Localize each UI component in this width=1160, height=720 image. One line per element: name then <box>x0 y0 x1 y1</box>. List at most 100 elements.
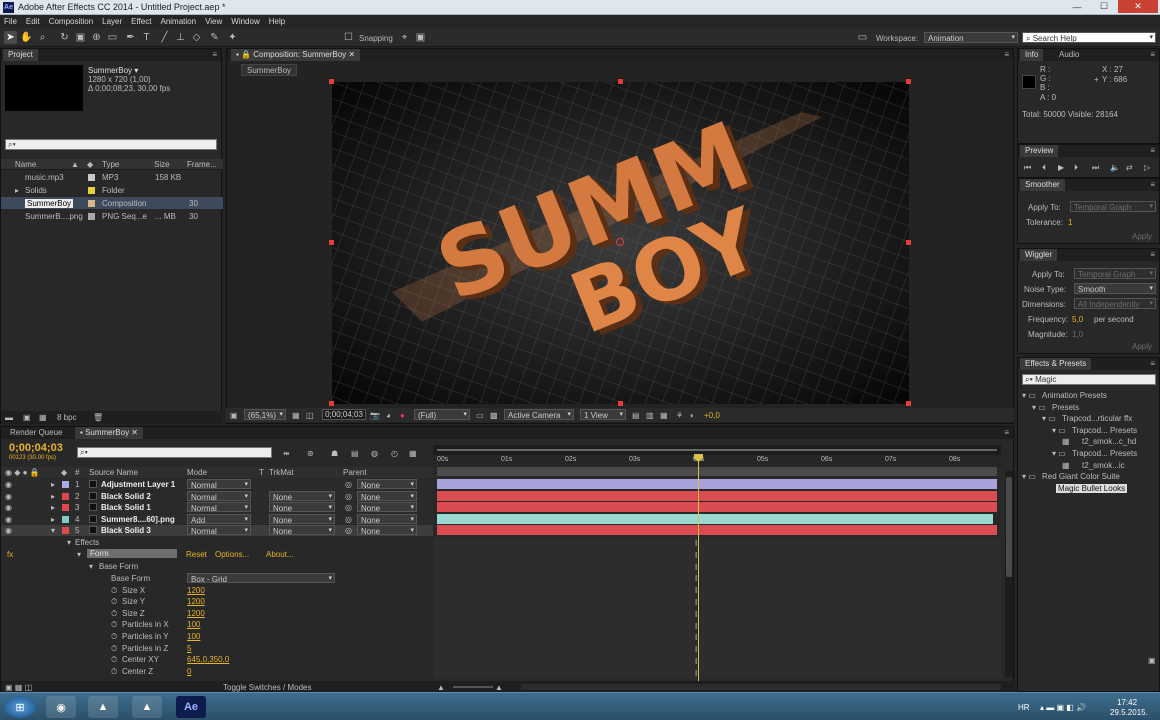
stopwatch-icon[interactable]: ⏱ <box>111 655 117 665</box>
expand-triangle-icon[interactable]: ▾ <box>77 550 81 559</box>
menu-layer[interactable]: Layer <box>102 17 122 26</box>
panel-menu-icon[interactable]: ≡ <box>1004 50 1009 59</box>
magnification-dropdown[interactable]: (65,1%) <box>244 409 286 420</box>
noise-type-dropdown[interactable]: Smooth <box>1074 283 1156 294</box>
property-row[interactable]: ⏱ Particles in Z 5 <box>1 643 433 654</box>
pickwhip-icon[interactable]: ◎ <box>345 515 352 524</box>
next-frame-icon[interactable]: ⏵ <box>1074 163 1078 173</box>
keyframe-marker[interactable]: I <box>695 645 697 654</box>
mute-icon[interactable]: 🔈 <box>1110 163 1120 172</box>
property-value[interactable]: 1200 <box>187 609 205 618</box>
eraser-tool-icon[interactable]: ◇ <box>190 31 203 44</box>
layer-name[interactable]: Black Solid 2 <box>101 492 151 501</box>
expand-triangle-icon[interactable]: ▸ <box>51 515 55 524</box>
stopwatch-icon[interactable]: ⏱ <box>111 609 117 619</box>
tree-item[interactable]: ▾ ▭ Animation Presets <box>1018 390 1160 402</box>
tray-icons[interactable]: ▴ ▬ ▣ ◧ 🔊 <box>1040 703 1086 712</box>
property-row[interactable]: ⏱ Particles in Y 100 <box>1 631 433 642</box>
puppet-tool-icon[interactable]: ✦ <box>226 31 239 44</box>
layer-mode-dropdown[interactable]: Normal <box>187 525 251 536</box>
smoother-apply-button[interactable]: Apply <box>1132 232 1152 241</box>
time-ruler[interactable]: 00s01s02s03s04s05s06s07s08s <box>433 455 1001 467</box>
audio-tab[interactable]: Audio <box>1054 49 1084 61</box>
tree-item[interactable]: ▾ ▭ Trapcod... Presets <box>1018 425 1160 437</box>
work-area[interactable] <box>437 467 997 476</box>
column-size[interactable]: Size <box>154 160 170 169</box>
project-item[interactable]: SummerBoy Composition 30 <box>1 197 223 209</box>
layer-name[interactable]: Black Solid 1 <box>101 503 151 512</box>
layer-row[interactable]: ◉ ▸ 4 Summer8....60].png Add None ◎ None <box>1 513 433 525</box>
color-channel-icon[interactable]: ◕ <box>386 411 391 420</box>
column-frame[interactable]: Frame... <box>187 160 217 169</box>
panel-menu-icon[interactable]: ≡ <box>1004 428 1009 437</box>
frequency-value[interactable]: 5,0 <box>1072 315 1083 324</box>
eye-icon[interactable]: ◉ <box>5 503 12 512</box>
snapping-checkbox[interactable]: ☐ <box>342 31 355 44</box>
property-row[interactable]: ⏱ Center Z 0 <box>1 666 433 677</box>
property-row[interactable]: ⏱ Center XY 645,0,350,0 <box>1 654 433 665</box>
tree-item[interactable]: ▾ ▭ Presets <box>1018 402 1160 414</box>
smoother-tolerance-value[interactable]: 1 <box>1068 218 1072 227</box>
stopwatch-icon[interactable]: ⏱ <box>111 597 117 607</box>
keyframe-marker[interactable]: I <box>695 563 697 572</box>
property-row[interactable]: Base Form Box - Grid <box>1 573 433 584</box>
keyframe-marker[interactable]: I <box>695 574 697 583</box>
form-about-link[interactable]: About... <box>266 550 294 559</box>
camera-tool-icon[interactable]: ▣ <box>74 31 87 44</box>
after-effects-taskbar-icon[interactable]: Ae <box>176 696 206 718</box>
layer-trkmat-dropdown[interactable]: None <box>269 490 335 502</box>
layer-parent-dropdown[interactable]: None <box>357 525 417 536</box>
wiggler-apply-button[interactable]: Apply <box>1132 342 1152 351</box>
motion-blur-icon[interactable]: ◍ <box>371 449 378 458</box>
expand-triangle-icon[interactable]: ▾ <box>67 538 71 547</box>
expand-triangle-icon[interactable]: ▸ <box>51 480 55 489</box>
graph-editor-icon[interactable]: ◴ <box>391 449 398 458</box>
layer-duration-bar[interactable] <box>437 513 993 524</box>
property-value[interactable]: 1200 <box>187 597 205 606</box>
pickwhip-icon[interactable]: ◎ <box>345 492 352 501</box>
layer-trkmat-dropdown[interactable]: None <box>269 525 335 536</box>
search-help-input[interactable]: ⌕ Search Help <box>1022 32 1156 43</box>
project-item[interactable]: music.mp3 MP3 158 KB <box>1 171 223 183</box>
column-type[interactable]: Type <box>102 160 119 169</box>
current-time-display[interactable]: 0;00;04;03 <box>322 409 366 420</box>
menu-file[interactable]: File <box>4 17 17 26</box>
project-item[interactable]: ▸ Solids Folder <box>1 184 223 196</box>
layer-row[interactable]: ◉ ▾ 5 Black Solid 3 Normal None ◎ None <box>1 525 433 537</box>
show-channel-icon[interactable]: ● <box>400 411 405 420</box>
layer-parent-dropdown[interactable]: None <box>357 490 417 502</box>
zoom-tool-icon[interactable]: ⌕ <box>36 31 49 44</box>
frame-blending-icon[interactable]: ▤ <box>351 449 359 458</box>
ram-preview-icon[interactable]: ▷ <box>1144 163 1150 172</box>
form-reset-link[interactable]: Reset <box>186 550 207 559</box>
panel-menu-icon[interactable]: ≡ <box>1150 180 1155 189</box>
close-button[interactable]: ✕ <box>1118 0 1158 13</box>
camera-dropdown[interactable]: Active Camera <box>504 409 574 420</box>
layer-parent-dropdown[interactable]: None <box>357 479 417 490</box>
effects-presets-tab[interactable]: Effects & Presets <box>1020 358 1092 370</box>
mask-visibility-icon[interactable]: ◫ <box>306 411 314 420</box>
new-preset-icon[interactable]: ▣ <box>1148 656 1156 665</box>
clock-time[interactable]: 17:42 <box>1117 698 1137 707</box>
bounding-handle[interactable] <box>329 240 334 245</box>
panel-menu-icon[interactable]: ≡ <box>1150 50 1155 59</box>
bounding-handle[interactable] <box>906 401 911 406</box>
property-value[interactable]: 0 <box>187 667 191 676</box>
layer-row[interactable]: ◉ ▸ 1 Adjustment Layer 1 Normal ◎ None <box>1 479 433 490</box>
form-effect-row[interactable]: fx ▾ Form Reset Options... About... <box>1 549 433 560</box>
composition-tab[interactable]: ▪ 🔒 Composition: SummerBoy ✕ <box>231 49 361 61</box>
pickwhip-icon[interactable]: ◎ <box>345 526 352 535</box>
menu-composition[interactable]: Composition <box>49 17 93 26</box>
bounding-handle[interactable] <box>618 79 623 84</box>
hand-tool-icon[interactable]: ✋ <box>20 31 33 44</box>
effects-search-input[interactable]: ⌕▾ Magic <box>1022 374 1156 385</box>
roto-tool-icon[interactable]: ✎ <box>208 31 221 44</box>
exposure-icon[interactable]: ◐ <box>690 411 695 420</box>
brainstorm-icon[interactable]: ▦ <box>409 449 417 458</box>
property-value[interactable]: 645,0,350,0 <box>187 655 229 664</box>
timeline-current-time[interactable]: 0;00;04;03 <box>9 442 63 454</box>
layer-duration-bar[interactable] <box>437 479 997 489</box>
layer-duration-bar[interactable] <box>437 502 997 513</box>
previous-frame-icon[interactable]: ⏴ <box>1042 163 1046 173</box>
layer-label-color[interactable] <box>62 515 69 523</box>
